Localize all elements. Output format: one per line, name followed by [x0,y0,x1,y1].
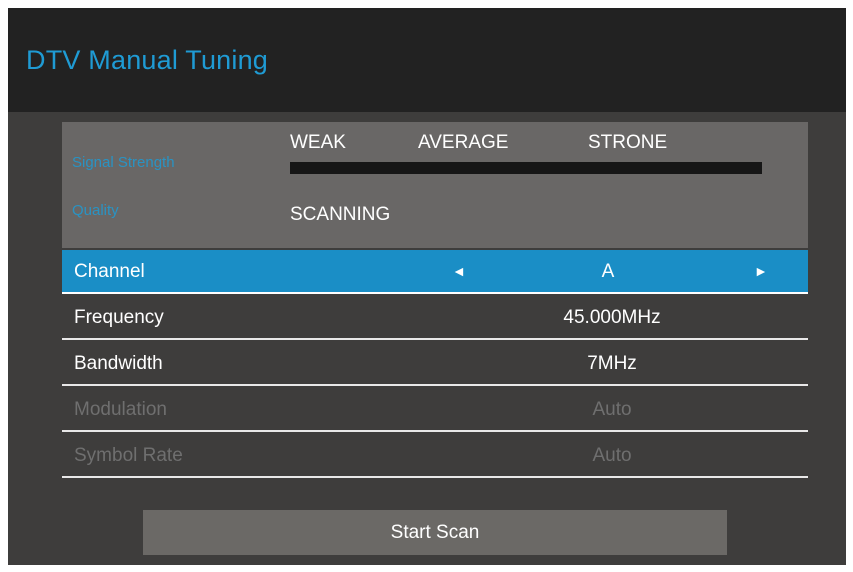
page-title: DTV Manual Tuning [26,45,269,75]
right-arrow-icon[interactable]: ► [754,263,768,279]
tuning-window: DTV Manual Tuning Signal Strength WEAK A… [8,8,846,565]
channel-value: A [601,261,615,282]
header-bar: DTV Manual Tuning [8,8,846,112]
frequency-row[interactable]: Frequency 45.000MHz [62,296,808,340]
symbol-rate-label: Symbol Rate [74,445,183,466]
quality-label: Quality [72,202,119,219]
level-average: AVERAGE [418,132,509,153]
channel-label: Channel [74,261,145,282]
modulation-value: Auto [592,399,632,420]
bandwidth-value: 7MHz [587,353,637,374]
frequency-label: Frequency [74,307,164,328]
bandwidth-label: Bandwidth [74,353,163,374]
level-weak: WEAK [290,132,346,153]
start-scan-button[interactable]: Start Scan [143,510,727,555]
frequency-value: 45.000MHz [563,307,661,328]
symbol-rate-row: Symbol Rate Auto [62,434,808,478]
modulation-row: Modulation Auto [62,388,808,432]
quality-value: SCANNING [290,204,391,225]
signal-strength-bar [290,162,762,174]
channel-row[interactable]: Channel ◄ A ► [62,250,808,294]
signal-panel: Signal Strength WEAK AVERAGE STRONE Qual… [62,122,808,248]
modulation-label: Modulation [74,399,167,420]
bandwidth-row[interactable]: Bandwidth 7MHz [62,342,808,386]
level-strone: STRONE [588,132,668,153]
symbol-rate-value: Auto [592,445,632,466]
signal-strength-label: Signal Strength [72,154,175,171]
